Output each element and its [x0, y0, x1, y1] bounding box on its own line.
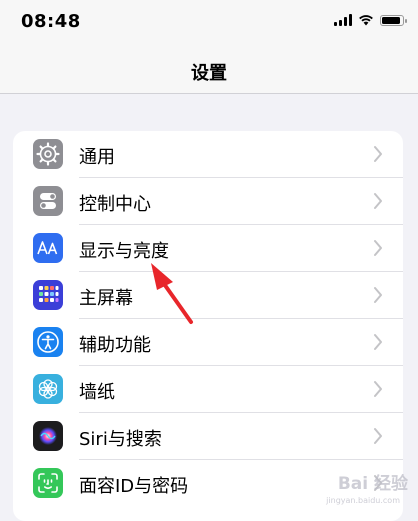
chevron-right-icon: [374, 334, 382, 350]
watermark-logo: Bai 经验: [337, 474, 408, 494]
siri-icon: [33, 421, 63, 451]
status-bar: 08:48: [0, 0, 418, 44]
status-time: 08:48: [21, 11, 81, 32]
settings-item-label: Siri与搜索: [79, 429, 162, 450]
navigation-bar: 设置: [0, 44, 418, 94]
settings-item-label: 辅助功能: [79, 335, 151, 356]
battery-icon: [380, 14, 407, 26]
status-icons: [334, 14, 407, 26]
chevron-right-icon: [374, 381, 382, 397]
chevron-right-icon: [374, 146, 382, 162]
chevron-right-icon: [374, 287, 382, 303]
chevron-right-icon: [374, 240, 382, 256]
home-grid-icon: [33, 280, 63, 310]
settings-item-home-screen[interactable]: 主屏幕: [13, 272, 403, 319]
settings-item-control-center[interactable]: 控制中心: [13, 178, 403, 225]
battery-fill: [382, 16, 400, 24]
settings-item-label: 控制中心: [79, 194, 151, 215]
watermark-url: jingyan.baidu.com: [326, 496, 400, 505]
settings-item-label: 面容ID与密码: [79, 476, 189, 497]
settings-group: 通用 控制中心 显示与亮度 主屏幕 辅助功能 墙纸 Siri与搜索 面容ID与密…: [13, 131, 403, 521]
settings-item-label: 主屏幕: [79, 288, 133, 309]
toggles-icon: [33, 186, 63, 216]
page-title: 设置: [191, 63, 227, 84]
flower-icon: [33, 374, 63, 404]
settings-item-label: 显示与亮度: [79, 241, 169, 262]
settings-item-siri-search[interactable]: Siri与搜索: [13, 413, 403, 460]
settings-item-label: 通用: [79, 147, 115, 168]
settings-item-label: 墙纸: [79, 382, 115, 403]
text-size-icon: [33, 233, 63, 263]
chevron-right-icon: [374, 193, 382, 209]
settings-item-display-brightness[interactable]: 显示与亮度: [13, 225, 403, 272]
gear-icon: [33, 139, 63, 169]
accessibility-icon: [33, 327, 63, 357]
face-id-icon: [33, 468, 63, 498]
cellular-signal-icon: [334, 14, 352, 26]
chevron-right-icon: [374, 428, 382, 444]
settings-item-wallpaper[interactable]: 墙纸: [13, 366, 403, 413]
settings-item-general[interactable]: 通用: [13, 131, 403, 178]
settings-item-accessibility[interactable]: 辅助功能: [13, 319, 403, 366]
wifi-icon: [359, 15, 373, 26]
